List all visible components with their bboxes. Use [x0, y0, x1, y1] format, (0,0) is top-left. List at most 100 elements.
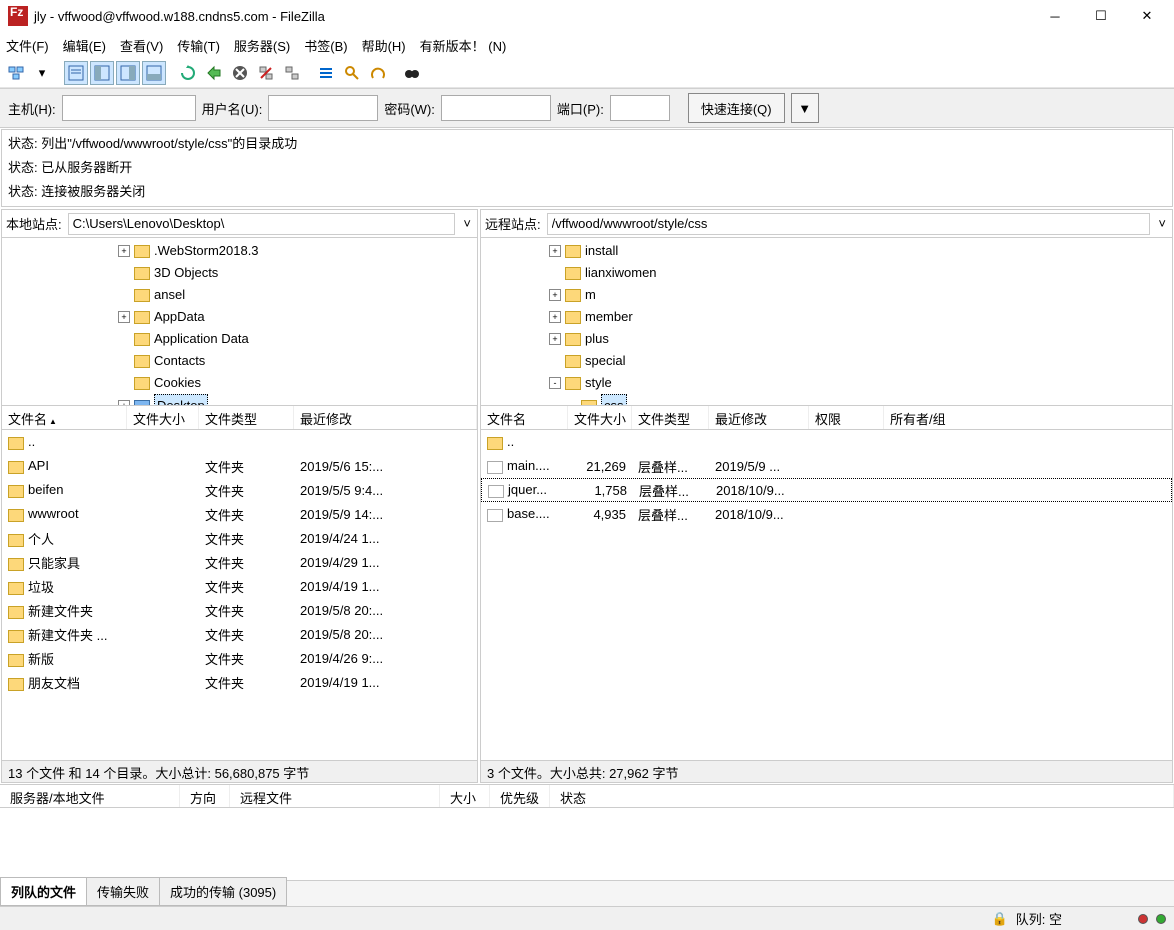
- tab-queued[interactable]: 列队的文件: [0, 877, 87, 906]
- menu-transfer[interactable]: 传输(T): [177, 36, 220, 55]
- tree-node[interactable]: ansel: [6, 284, 473, 306]
- file-row[interactable]: base....4,935层叠样...2018/10/9...: [481, 502, 1172, 526]
- expand-icon[interactable]: +: [118, 245, 130, 257]
- search-button[interactable]: [340, 61, 364, 85]
- file-row[interactable]: 垃圾文件夹2019/4/19 1...: [2, 574, 477, 598]
- col-type[interactable]: 文件类型: [632, 406, 709, 429]
- tree-node[interactable]: special: [485, 350, 1168, 372]
- local-path-dropdown-icon[interactable]: ˅: [457, 216, 477, 231]
- tree-node[interactable]: css: [485, 394, 1168, 406]
- host-input[interactable]: [62, 95, 196, 121]
- cancel-button[interactable]: [228, 61, 252, 85]
- tree-node[interactable]: +member: [485, 306, 1168, 328]
- qcol-status[interactable]: 状态: [550, 785, 1174, 807]
- toggle-queue-button[interactable]: [142, 61, 166, 85]
- expand-icon[interactable]: -: [549, 377, 561, 389]
- user-input[interactable]: [268, 95, 378, 121]
- tree-node[interactable]: lianxiwomen: [485, 262, 1168, 284]
- menu-help[interactable]: 帮助(H): [362, 36, 406, 55]
- menu-file[interactable]: 文件(F): [6, 36, 49, 55]
- file-row[interactable]: beifen文件夹2019/5/5 9:4...: [2, 478, 477, 502]
- queue-body[interactable]: [0, 808, 1174, 880]
- toggle-log-button[interactable]: [64, 61, 88, 85]
- file-row[interactable]: 个人文件夹2019/4/24 1...: [2, 526, 477, 550]
- menu-view[interactable]: 查看(V): [120, 36, 163, 55]
- tree-node[interactable]: +Desktop: [6, 394, 473, 406]
- minimize-button[interactable]: ─: [1032, 1, 1078, 31]
- remote-path-dropdown-icon[interactable]: ˅: [1152, 216, 1172, 231]
- refresh-button[interactable]: [176, 61, 200, 85]
- expand-icon[interactable]: +: [549, 333, 561, 345]
- col-type[interactable]: 文件类型: [199, 406, 294, 429]
- remote-tree[interactable]: +installlianxiwomen+m+member+plusspecial…: [481, 238, 1172, 406]
- file-row[interactable]: ..: [2, 430, 477, 454]
- site-manager-button[interactable]: [4, 61, 28, 85]
- file-row[interactable]: 朋友文档文件夹2019/4/19 1...: [2, 670, 477, 694]
- quickconnect-dropdown[interactable]: ▼: [791, 93, 819, 123]
- tree-node[interactable]: +plus: [485, 328, 1168, 350]
- qcol-remote[interactable]: 远程文件: [230, 785, 440, 807]
- tree-node[interactable]: 3D Objects: [6, 262, 473, 284]
- toggle-remote-tree-button[interactable]: [116, 61, 140, 85]
- menu-new-version[interactable]: 有新版本！ (N): [420, 36, 507, 55]
- message-log[interactable]: 状态: 列出"/vffwood/wwwroot/style/css"的目录成功 …: [1, 129, 1173, 207]
- remote-path-input[interactable]: [547, 213, 1151, 235]
- col-name[interactable]: 文件名: [2, 406, 127, 429]
- site-manager-dropdown[interactable]: ▾: [30, 61, 54, 85]
- toggle-local-tree-button[interactable]: [90, 61, 114, 85]
- expand-icon[interactable]: +: [549, 289, 561, 301]
- pass-input[interactable]: [441, 95, 551, 121]
- file-row[interactable]: main....21,269层叠样...2019/5/9 ...: [481, 454, 1172, 478]
- maximize-button[interactable]: ☐: [1078, 1, 1124, 31]
- port-input[interactable]: [610, 95, 670, 121]
- process-queue-button[interactable]: [202, 61, 226, 85]
- file-row[interactable]: 新版文件夹2019/4/26 9:...: [2, 646, 477, 670]
- menu-bookmark[interactable]: 书签(B): [304, 36, 347, 55]
- tree-node[interactable]: +m: [485, 284, 1168, 306]
- tree-node[interactable]: +AppData: [6, 306, 473, 328]
- menu-edit[interactable]: 编辑(E): [63, 36, 106, 55]
- file-row[interactable]: jquer...1,758层叠样...2018/10/9...: [481, 478, 1172, 502]
- qcol-priority[interactable]: 优先级: [490, 785, 550, 807]
- col-modified[interactable]: 最近修改: [294, 406, 477, 429]
- menu-server[interactable]: 服务器(S): [234, 36, 290, 55]
- col-size[interactable]: 文件大小: [127, 406, 199, 429]
- file-row[interactable]: 新建文件夹文件夹2019/5/8 20:...: [2, 598, 477, 622]
- file-row[interactable]: 只能家具文件夹2019/4/29 1...: [2, 550, 477, 574]
- binoculars-icon[interactable]: [400, 61, 424, 85]
- close-button[interactable]: ✕: [1124, 1, 1170, 31]
- expand-icon[interactable]: +: [549, 245, 561, 257]
- tree-node[interactable]: Contacts: [6, 350, 473, 372]
- tree-node[interactable]: Cookies: [6, 372, 473, 394]
- tree-node[interactable]: -style: [485, 372, 1168, 394]
- file-row[interactable]: ..: [481, 430, 1172, 454]
- local-path-input[interactable]: [68, 213, 456, 235]
- remote-file-list[interactable]: ..main....21,269层叠样...2019/5/9 ...jquer.…: [481, 430, 1172, 760]
- qcol-dir[interactable]: 方向: [180, 785, 230, 807]
- tree-node[interactable]: +install: [485, 240, 1168, 262]
- col-size[interactable]: 文件大小: [568, 406, 632, 429]
- col-modified[interactable]: 最近修改: [709, 406, 809, 429]
- col-perm[interactable]: 权限: [809, 406, 884, 429]
- tab-success[interactable]: 成功的传输 (3095): [159, 877, 287, 906]
- qcol-size[interactable]: 大小: [440, 785, 490, 807]
- col-name[interactable]: 文件名: [481, 406, 568, 429]
- expand-icon[interactable]: +: [549, 311, 561, 323]
- compare-button[interactable]: [366, 61, 390, 85]
- expand-icon[interactable]: +: [118, 400, 130, 406]
- tree-node[interactable]: Application Data: [6, 328, 473, 350]
- local-tree[interactable]: +.WebStorm2018.33D Objectsansel+AppDataA…: [2, 238, 477, 406]
- file-row[interactable]: API文件夹2019/5/6 15:...: [2, 454, 477, 478]
- qcol-serverfile[interactable]: 服务器/本地文件: [0, 785, 180, 807]
- local-file-list[interactable]: ..API文件夹2019/5/6 15:...beifen文件夹2019/5/5…: [2, 430, 477, 760]
- reconnect-button[interactable]: [280, 61, 304, 85]
- quickconnect-button[interactable]: 快速连接(Q): [688, 93, 785, 123]
- file-row[interactable]: 新建文件夹 ...文件夹2019/5/8 20:...: [2, 622, 477, 646]
- tab-failed[interactable]: 传输失败: [86, 877, 160, 906]
- tree-node[interactable]: +.WebStorm2018.3: [6, 240, 473, 262]
- expand-icon[interactable]: +: [118, 311, 130, 323]
- filter-button[interactable]: [314, 61, 338, 85]
- file-row[interactable]: wwwroot文件夹2019/5/9 14:...: [2, 502, 477, 526]
- disconnect-button[interactable]: [254, 61, 278, 85]
- col-owner[interactable]: 所有者/组: [884, 406, 1172, 429]
